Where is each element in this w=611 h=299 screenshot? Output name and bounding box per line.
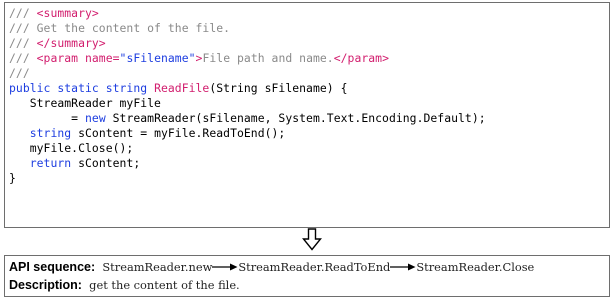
code-line: = new StreamReader(sFilename, System.Tex… xyxy=(9,111,486,126)
code-token: new xyxy=(85,111,113,125)
hollow-down-arrow-icon xyxy=(302,228,322,251)
code-token: (String sFilename) { xyxy=(209,81,348,95)
description-label: Description: xyxy=(9,278,82,292)
code-line: StreamReader myFile xyxy=(9,96,486,111)
code-token: <param name= xyxy=(36,51,120,65)
code-line: /// </summary> xyxy=(9,36,486,51)
code-line: return sContent; xyxy=(9,156,486,171)
code-token: StreamReader(sFilename, System.Text.Enco… xyxy=(112,111,486,125)
code-token: /// xyxy=(9,66,30,80)
code-token: "sFilename" xyxy=(119,51,196,65)
code-line: /// Get the content of the file. xyxy=(9,21,486,36)
code-token: <summary> xyxy=(36,6,99,20)
api-sequence-row: API sequence: StreamReader.new StreamRead… xyxy=(9,258,534,276)
code-token: public static string xyxy=(9,81,155,95)
code-line: /// <param name="sFilename">File path an… xyxy=(9,51,486,66)
description-text: get the content of the file. xyxy=(89,278,240,292)
code-token: sContent = myFile.ReadToEnd(); xyxy=(78,126,286,140)
code-token: ReadFile xyxy=(154,81,210,95)
code-token: myFile.Close(); xyxy=(9,141,134,155)
code-token: /// xyxy=(9,6,37,20)
code-token: </summary> xyxy=(36,36,106,50)
code-token: = xyxy=(9,111,85,125)
description-row: Description: get the content of the file… xyxy=(9,276,240,294)
code-token: StreamReader myFile xyxy=(9,96,161,110)
code-token: File path and name. xyxy=(202,51,334,65)
code-snippet: /// <summary>/// Get the content of the … xyxy=(9,6,486,186)
code-line: string sContent = myFile.ReadToEnd(); xyxy=(9,126,486,141)
api-call-2: StreamReader.ReadToEnd xyxy=(238,260,391,274)
right-arrow-icon xyxy=(390,263,416,270)
code-token: /// Get the content of the file. xyxy=(9,21,231,35)
code-token: /// xyxy=(9,51,37,65)
api-call-3: StreamReader.Close xyxy=(416,260,535,274)
code-line: /// xyxy=(9,66,486,81)
code-token: } xyxy=(9,171,16,185)
right-arrow-icon xyxy=(212,263,238,270)
code-line: public static string ReadFile(String sFi… xyxy=(9,81,486,96)
code-token: </param> xyxy=(333,51,389,65)
code-line: /// <summary> xyxy=(9,6,486,21)
code-snippet-box: /// <summary>/// Get the content of the … xyxy=(4,2,610,228)
code-line: } xyxy=(9,171,486,186)
code-token: /// xyxy=(9,36,37,50)
api-call-1: StreamReader.new xyxy=(102,260,213,274)
api-sequence-label: API sequence: xyxy=(9,260,96,274)
code-line: myFile.Close(); xyxy=(9,141,486,156)
code-token: return xyxy=(29,156,79,170)
code-token: string xyxy=(29,126,79,140)
api-summary-box: API sequence: StreamReader.new StreamRead… xyxy=(4,255,610,297)
code-token: sContent; xyxy=(78,156,141,170)
